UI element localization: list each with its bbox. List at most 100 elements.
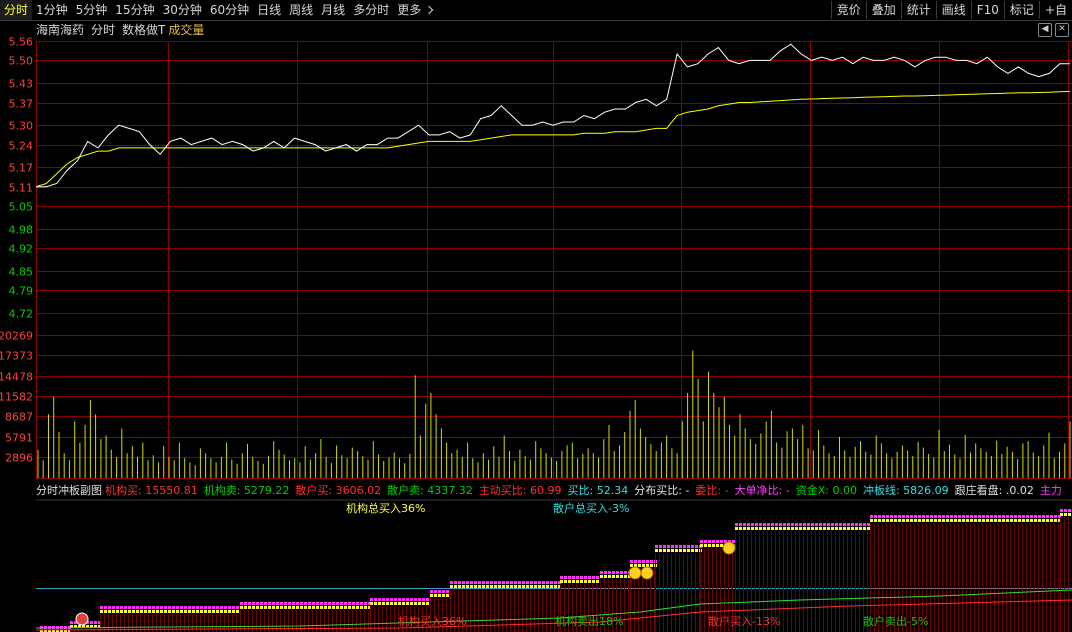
inst-buy-mark — [572, 576, 575, 579]
retail-buy-mark — [743, 527, 746, 530]
inst-buy-mark — [634, 560, 637, 563]
inst-buy-mark — [144, 606, 147, 609]
retail-buy-mark — [530, 585, 533, 588]
inst-buy-mark — [1050, 515, 1053, 518]
retail-buy-mark — [982, 519, 985, 522]
inst-buy-mark — [534, 581, 537, 584]
retail-buy-mark — [1042, 519, 1045, 522]
inst-buy-mark — [716, 540, 719, 543]
inst-buy-mark — [328, 602, 331, 605]
retail-buy-mark — [755, 527, 758, 530]
inst-buy-mark — [1046, 515, 1049, 518]
retail-buy-mark — [104, 610, 107, 613]
retail-buy-mark — [160, 610, 163, 613]
retail-buy-mark — [604, 575, 607, 578]
inst-buy-mark — [787, 523, 790, 526]
inst-buy-mark — [564, 576, 567, 579]
retail-buy-mark — [292, 606, 295, 609]
inst-buy-mark — [870, 515, 873, 518]
inst-buy-mark — [922, 515, 925, 518]
inst-buy-mark — [655, 545, 658, 548]
retail-buy-mark — [588, 580, 591, 583]
inst-buy-mark — [276, 602, 279, 605]
inst-buy-mark — [466, 581, 469, 584]
inst-buy-mark — [604, 571, 607, 574]
retail-buy-mark — [336, 606, 339, 609]
retail-buy-mark — [616, 575, 619, 578]
retail-buy-mark — [370, 602, 373, 605]
volume-tick-label: 5791 — [5, 432, 33, 445]
retail-buy-mark — [1046, 519, 1049, 522]
retail-buy-mark — [990, 519, 993, 522]
indicator-field-6: 分布买比: - — [634, 484, 690, 497]
retail-buy-mark — [406, 602, 409, 605]
inst-buy-mark — [240, 602, 243, 605]
retail-buy-mark — [962, 519, 965, 522]
retail-buy-mark — [974, 519, 977, 522]
inst-buy-mark — [164, 606, 167, 609]
retail-buy-mark — [882, 519, 885, 522]
inst-buy-mark — [140, 606, 143, 609]
inst-buy-mark — [1006, 515, 1009, 518]
inst-buy-mark — [898, 515, 901, 518]
retail-buy-mark — [839, 527, 842, 530]
retail-buy-mark — [228, 610, 231, 613]
retail-buy-mark — [382, 602, 385, 605]
retail-buy-mark — [248, 606, 251, 609]
inst-buy-mark — [608, 571, 611, 574]
inst-buy-mark — [426, 598, 429, 601]
indicator-field-2: 散户买: 3606.02 — [295, 484, 382, 497]
price-tick-label: 4.92 — [9, 243, 34, 256]
inst-buy-mark — [344, 602, 347, 605]
retail-buy-mark — [1034, 519, 1037, 522]
inst-buy-mark — [743, 523, 746, 526]
retail-buy-mark — [136, 610, 139, 613]
inst-buy-mark — [612, 571, 615, 574]
price-tick-label: 5.30 — [9, 120, 34, 133]
inst-buy-mark — [414, 598, 417, 601]
price-tick-label: 5.43 — [9, 78, 34, 91]
inst-buy-mark — [795, 523, 798, 526]
inst-buy-mark — [450, 581, 453, 584]
inst-buy-mark — [799, 523, 802, 526]
retail-buy-mark — [112, 610, 115, 613]
retail-buy-mark — [1050, 519, 1053, 522]
retail-buy-mark — [592, 580, 595, 583]
retail-buy-mark — [188, 610, 191, 613]
inst-buy-mark — [304, 602, 307, 605]
retail-buy-mark — [938, 519, 941, 522]
price-tick-label: 4.98 — [9, 224, 34, 237]
inst-buy-mark — [576, 576, 579, 579]
inst-buy-mark — [550, 581, 553, 584]
inst-buy-mark — [914, 515, 917, 518]
inst-buy-mark — [108, 606, 111, 609]
inst-buy-label: 机构买入36% — [398, 615, 467, 628]
inst-buy-mark — [1026, 515, 1029, 518]
retail-buy-mark — [970, 519, 973, 522]
retail-buy-mark — [799, 527, 802, 530]
inst-buy-mark — [546, 581, 549, 584]
inst-buy-mark — [224, 606, 227, 609]
retail-buy-mark — [874, 519, 877, 522]
inst-buy-mark — [324, 602, 327, 605]
retail-buy-mark — [264, 606, 267, 609]
inst-buy-mark — [160, 606, 163, 609]
retail-buy-mark — [596, 580, 599, 583]
inst-buy-mark — [502, 581, 505, 584]
smiley-icon — [628, 566, 642, 580]
inst-buy-mark — [874, 515, 877, 518]
inst-buy-mark — [642, 560, 645, 563]
inst-buy-mark — [638, 560, 641, 563]
inst-buy-mark — [823, 523, 826, 526]
retail-buy-mark — [720, 544, 723, 547]
retail-buy-mark — [791, 527, 794, 530]
retail-buy-mark — [208, 610, 211, 613]
retail-buy-mark — [450, 585, 453, 588]
retail-buy-mark — [132, 610, 135, 613]
indicator-field-3: 散户卖: 4337.32 — [387, 484, 473, 497]
inst-buy-mark — [886, 515, 889, 518]
retail-buy-mark — [180, 610, 183, 613]
retail-buy-mark — [296, 606, 299, 609]
inst-buy-mark — [374, 598, 377, 601]
retail-buy-mark — [426, 602, 429, 605]
